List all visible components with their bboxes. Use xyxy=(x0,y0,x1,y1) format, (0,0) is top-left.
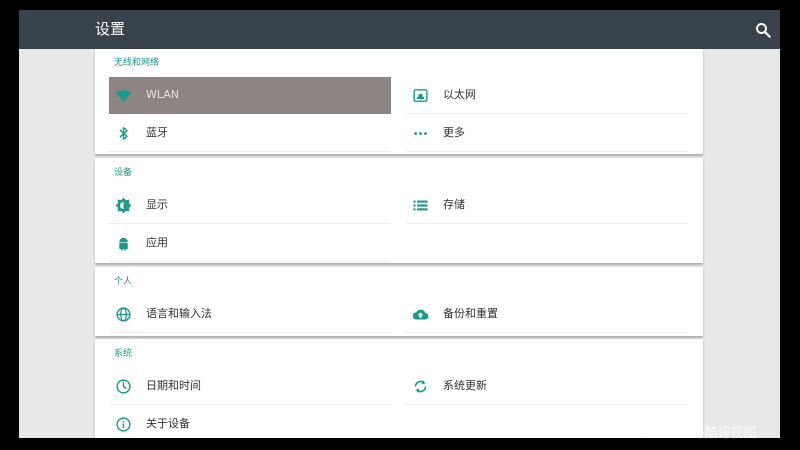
section-device: 设备 显示 存储 应用 xyxy=(95,158,703,263)
settings-item-wlan[interactable]: WLAN xyxy=(109,77,391,114)
section-system: 系统 日期和时间 系统更新 关于设备 xyxy=(95,339,703,438)
settings-item-label: 显示 xyxy=(146,198,168,211)
section-title: 无线和网络 xyxy=(114,58,160,68)
settings-item-label: 以太网 xyxy=(443,88,476,101)
section-title: 个人 xyxy=(114,277,133,287)
ethernet-icon xyxy=(412,87,429,104)
sync-icon xyxy=(412,378,429,395)
section-title: 设备 xyxy=(114,168,133,178)
globe-icon xyxy=(115,306,132,323)
settings-item-label: 更多 xyxy=(443,126,465,139)
settings-item-about-device[interactable]: 关于设备 xyxy=(109,406,391,438)
section-wireless-networks: 无线和网络 WLAN 以太网 蓝牙 更多 xyxy=(95,49,703,154)
settings-item-language-input[interactable]: 语言和输入法 xyxy=(109,296,391,333)
settings-item-more[interactable]: 更多 xyxy=(406,115,688,152)
settings-item-storage[interactable]: 存储 xyxy=(406,187,688,224)
settings-item-date-time[interactable]: 日期和时间 xyxy=(109,368,391,405)
clock-icon xyxy=(115,378,132,395)
settings-item-display[interactable]: 显示 xyxy=(109,187,391,224)
settings-item-label: 备份和重置 xyxy=(443,307,498,320)
brightness-icon xyxy=(115,197,132,214)
section-title: 系统 xyxy=(114,349,133,359)
search-icon[interactable] xyxy=(754,21,772,39)
app-bar: 设置 xyxy=(19,10,780,49)
settings-item-label: WLAN xyxy=(146,88,180,101)
settings-item-bluetooth[interactable]: 蓝牙 xyxy=(109,115,391,152)
watermark-text: 头条号 / 评酷评视图 xyxy=(640,426,757,441)
page-title: 设置 xyxy=(95,20,126,38)
cloud-upload-icon xyxy=(412,306,429,323)
settings-item-apps[interactable]: 应用 xyxy=(109,225,391,262)
settings-item-label: 语言和输入法 xyxy=(146,307,212,320)
info-icon xyxy=(115,416,132,433)
settings-item-system-update[interactable]: 系统更新 xyxy=(406,368,688,405)
bluetooth-icon xyxy=(115,125,132,142)
storage-list-icon xyxy=(412,197,429,214)
settings-item-label: 存储 xyxy=(443,198,465,211)
wifi-icon xyxy=(115,87,132,104)
settings-item-label: 应用 xyxy=(146,236,168,249)
more-dots-icon xyxy=(412,125,429,142)
android-icon xyxy=(115,235,132,252)
settings-item-label: 蓝牙 xyxy=(146,126,168,139)
settings-screen: 设置 无线和网络 WLAN 以太网 蓝牙 更多 设备 显示 存储 应用 个人 语… xyxy=(19,10,780,438)
settings-item-backup-reset[interactable]: 备份和重置 xyxy=(406,296,688,333)
settings-item-label: 日期和时间 xyxy=(146,379,201,392)
settings-item-ethernet[interactable]: 以太网 xyxy=(406,77,688,114)
settings-item-label: 系统更新 xyxy=(443,379,487,392)
section-personal: 个人 语言和输入法 备份和重置 xyxy=(95,267,703,336)
settings-item-label: 关于设备 xyxy=(146,417,190,430)
